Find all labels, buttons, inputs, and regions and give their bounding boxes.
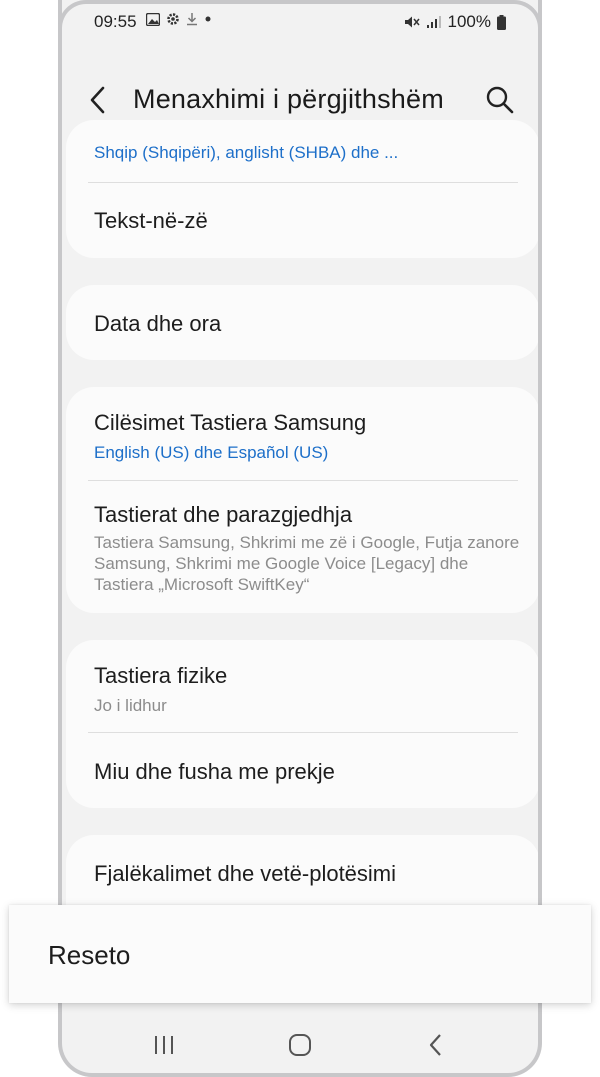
reset-button[interactable]: Reseto: [48, 940, 130, 971]
download-icon: [187, 13, 197, 26]
recent-apps-icon[interactable]: [144, 1030, 184, 1060]
list-item-physical-keyboard[interactable]: Tastiera fizike Jo i lidhur: [94, 663, 520, 716]
physical-keyboard-status: Jo i lidhur: [94, 696, 167, 715]
list-item-mouse-trackpad[interactable]: Miu dhe fusha me prekje: [94, 759, 520, 785]
dot-icon: [205, 16, 211, 22]
search-icon[interactable]: [484, 84, 516, 116]
mouse-trackpad-label: Miu dhe fusha me prekje: [94, 759, 335, 784]
settings-card-datetime: Data dhe ora: [66, 285, 538, 360]
back-nav-icon[interactable]: [416, 1030, 456, 1060]
passwords-autofill-label: Fjalëkalimet dhe vetë-plotësimi: [94, 861, 397, 886]
list-item-text-to-speech[interactable]: Tekst-në-zë: [94, 208, 520, 234]
text-to-speech-label: Tekst-në-zë: [94, 208, 208, 233]
samsung-keyboard-languages: English (US) dhe Español (US): [94, 443, 329, 462]
status-icons-left: [146, 12, 212, 26]
divider: [88, 480, 518, 481]
samsung-keyboard-label: Cilësimet Tastiera Samsung: [94, 410, 367, 435]
list-item-keyboards-default[interactable]: Tastierat dhe parazgjedhja Tastiera Sams…: [94, 502, 520, 595]
list-item-language[interactable]: Shqip (Shqipëri), anglisht (SHBA) dhe ..…: [94, 142, 520, 163]
settings-card-physical: Tastiera fizike Jo i lidhur Miu dhe fush…: [66, 640, 538, 808]
home-icon[interactable]: [280, 1030, 320, 1060]
status-icons-right: 100%: [404, 12, 506, 32]
keyboards-default-label: Tastierat dhe parazgjedhja: [94, 502, 353, 527]
list-item-samsung-keyboard[interactable]: Cilësimet Tastiera Samsung English (US) …: [94, 410, 520, 463]
reset-popup: Reseto: [9, 905, 591, 1003]
signal-icon: [426, 16, 441, 28]
settings-card-keyboards: Cilësimet Tastiera Samsung English (US) …: [66, 387, 538, 613]
battery-icon: [497, 14, 506, 30]
list-item-date-time[interactable]: Data dhe ora: [94, 311, 520, 337]
language-summary: Shqip (Shqipëri), anglisht (SHBA) dhe ..…: [94, 143, 399, 162]
date-time-label: Data dhe ora: [94, 311, 222, 336]
mute-icon: [404, 16, 420, 28]
keyboards-default-summary: Tastiera Samsung, Shkrimi me zë i Google…: [94, 533, 520, 594]
divider: [88, 732, 518, 733]
divider: [88, 182, 518, 183]
physical-keyboard-label: Tastiera fizike: [94, 663, 228, 688]
page-title: Menaxhimi i përgjithshëm: [133, 84, 444, 114]
status-time: 09:55: [94, 12, 137, 31]
list-item-passwords-autofill[interactable]: Fjalëkalimet dhe vetë-plotësimi: [94, 861, 520, 887]
status-bar: 09:55 100%: [62, 6, 538, 36]
navigation-bar: [62, 1020, 538, 1070]
settings-icon: [167, 13, 179, 25]
back-arrow-icon[interactable]: [84, 82, 114, 118]
battery-percent: 100%: [447, 12, 491, 31]
settings-card-language: Shqip (Shqipëri), anglisht (SHBA) dhe ..…: [66, 120, 538, 258]
gallery-icon: [146, 12, 160, 26]
